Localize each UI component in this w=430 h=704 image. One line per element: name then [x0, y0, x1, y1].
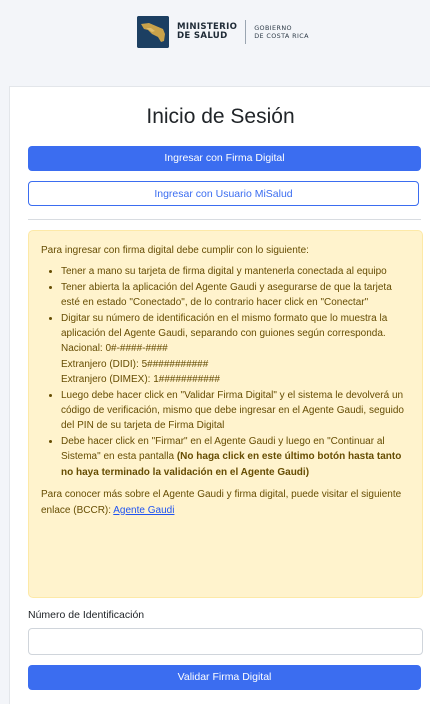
instruction-item-validate: Luego debe hacer click en "Validar Firma… [61, 388, 410, 434]
more-info-text: Para conocer más sobre el Agente Gaudi y… [41, 489, 402, 516]
logo-sub-line2: DE COSTA RICA [254, 32, 309, 40]
instructions-intro: Para ingresar con firma digital debe cum… [41, 245, 309, 256]
header: MINISTERIO DE SALUD GOBIERNO DE COSTA RI… [0, 0, 430, 84]
instruction-item-card: Tener a mano su tarjeta de firma digital… [61, 264, 410, 279]
costa-rica-map-icon [137, 16, 169, 48]
instructions-more-info: Para conocer más sobre el Agente Gaudi y… [41, 487, 410, 518]
agente-gaudi-link[interactable]: Agente Gaudi [113, 505, 174, 516]
logo-gobierno-text: GOBIERNO DE COSTA RICA [254, 24, 309, 40]
instruction-item-sign: Debe hacer click en "Firmar" en el Agent… [61, 434, 410, 480]
id-format-nacional: Nacional: 0#-####-#### [61, 343, 168, 355]
ministerio-salud-logo: MINISTERIO DE SALUD GOBIERNO DE COSTA RI… [137, 16, 309, 48]
logo-sub-line1: GOBIERNO [254, 24, 292, 32]
instruction-item-agent: Tener abierta la aplicación del Agente G… [61, 280, 410, 311]
instruction-item-validate-text: Luego debe hacer click en "Validar Firma… [61, 389, 404, 432]
instruction-item-id-format: Digitar su número de identificación en e… [61, 311, 410, 388]
login-firma-digital-button[interactable]: Ingresar con Firma Digital [28, 146, 421, 171]
login-page: MINISTERIO DE SALUD GOBIERNO DE COSTA RI… [0, 0, 430, 704]
instruction-item-agent-text: Tener abierta la aplicación del Agente G… [61, 281, 392, 309]
login-card: Inicio de Sesión Ingresar con Firma Digi… [9, 86, 430, 704]
instruction-item-card-text: Tener a mano su tarjeta de firma digital… [61, 266, 387, 278]
divider [28, 219, 421, 220]
instruction-item-id-text: Digitar su número de identificación en e… [61, 312, 388, 340]
id-format-didi: Extranjero (DIDI): 5########### [61, 358, 209, 370]
page-title: Inicio de Sesión [146, 105, 295, 128]
instructions-alert: Para ingresar con firma digital debe cum… [28, 230, 423, 598]
logo-ministerio-text: MINISTERIO DE SALUD [177, 23, 237, 41]
logo-main-line2: DE SALUD [177, 31, 228, 41]
id-format-dimex: Extranjero (DIMEX): 1########### [61, 374, 220, 386]
id-number-label: Número de Identificación [28, 609, 145, 621]
validate-firma-digital-button[interactable]: Validar Firma Digital [28, 665, 421, 690]
id-number-input[interactable] [28, 628, 423, 655]
instructions-list: Tener a mano su tarjeta de firma digital… [41, 264, 410, 480]
logo-divider [245, 20, 247, 44]
login-usuario-misalud-button[interactable]: Ingresar con Usuario MiSalud [28, 181, 419, 206]
